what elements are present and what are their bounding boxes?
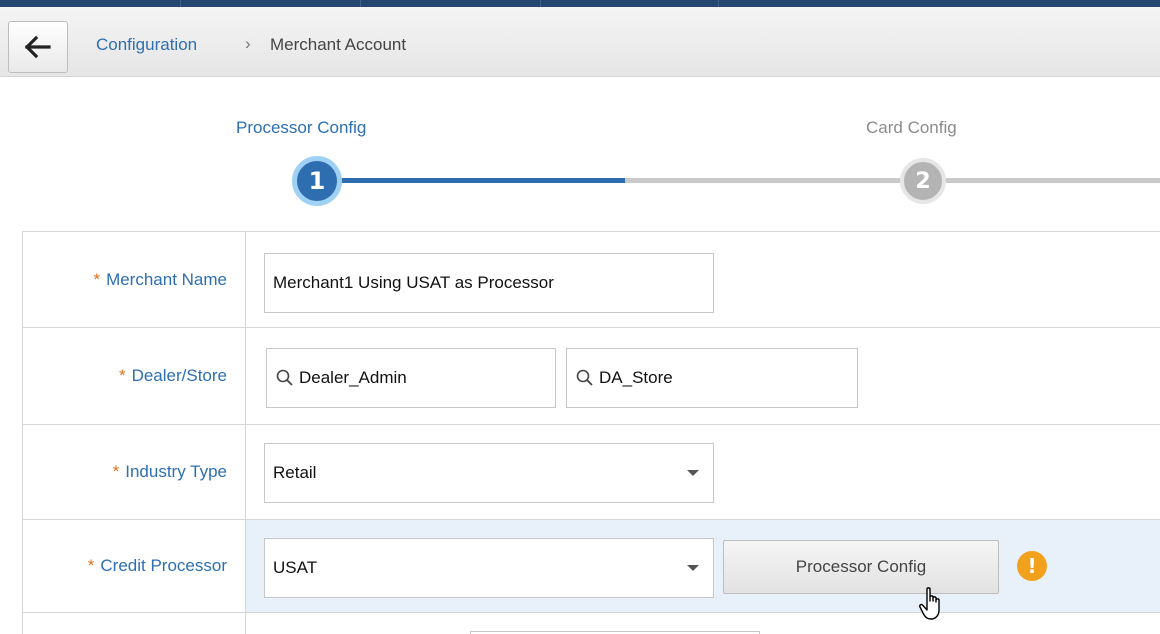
- back-button[interactable]: [8, 21, 68, 73]
- step-2-label[interactable]: Card Config: [866, 118, 957, 138]
- required-marker: *: [87, 556, 95, 575]
- industry-type-select[interactable]: Retail: [264, 443, 714, 503]
- search-icon: [576, 369, 593, 386]
- store-value: DA_Store: [599, 368, 673, 387]
- dealer-search-input[interactable]: Dealer_Admin: [266, 348, 556, 408]
- breadcrumb-separator: ›: [245, 34, 251, 53]
- merchant-name-label: Merchant Name: [106, 269, 227, 289]
- step-2-indicator[interactable]: 2: [900, 158, 946, 204]
- industry-type-label: Industry Type: [125, 462, 227, 481]
- store-search-input[interactable]: DA_Store: [566, 348, 858, 408]
- breadcrumb-configuration-link[interactable]: Configuration: [96, 35, 197, 55]
- warning-icon[interactable]: !: [1017, 551, 1047, 581]
- step-1-label[interactable]: Processor Config: [236, 118, 366, 138]
- chevron-down-icon: [687, 470, 699, 476]
- top-nav-strip: [0, 0, 1160, 7]
- step-1-indicator[interactable]: 1: [292, 156, 342, 206]
- credit-processor-label: Credit Processor: [100, 556, 227, 575]
- dealer-store-label: Dealer/Store: [131, 366, 227, 385]
- industry-type-value: Retail: [273, 463, 317, 482]
- required-marker: *: [118, 366, 126, 385]
- merchant-account-page: Configuration › Merchant Account Process…: [0, 0, 1160, 634]
- wizard-progress-remaining: [625, 178, 1160, 183]
- dealer-value: Dealer_Admin: [299, 368, 407, 387]
- search-icon: [276, 369, 293, 386]
- breadcrumb-current: Merchant Account: [270, 35, 407, 54]
- arrow-left-icon: [24, 35, 51, 59]
- merchant-name-input[interactable]: Merchant1 Using USAT as Processor: [264, 253, 714, 313]
- wizard-progress-done: [340, 178, 625, 183]
- merchant-name-value: Merchant1 Using USAT as Processor: [273, 273, 554, 292]
- credit-processor-select[interactable]: USAT: [264, 538, 714, 598]
- processor-config-button[interactable]: Processor Config: [723, 540, 999, 594]
- required-marker: *: [93, 269, 101, 289]
- credit-processor-value: USAT: [273, 558, 318, 577]
- chevron-down-icon: [687, 565, 699, 571]
- required-marker: *: [112, 462, 120, 481]
- breadcrumb-bar: Configuration › Merchant Account: [0, 7, 1160, 77]
- hand-cursor-icon: [919, 587, 940, 620]
